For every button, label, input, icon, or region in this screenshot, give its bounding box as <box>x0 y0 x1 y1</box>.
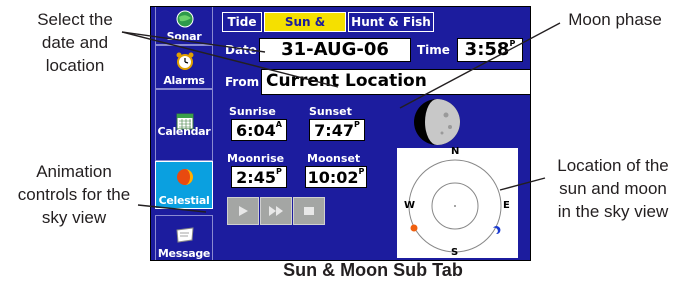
moonrise-label: Moonrise <box>227 152 285 165</box>
device-screen: Sonar Alarms Calendar Celestial Message … <box>150 6 531 261</box>
sky-south-label: S <box>451 247 459 258</box>
time-field[interactable]: 3:58P <box>457 38 523 62</box>
sunrise-field: 6:04A <box>231 119 287 141</box>
sidebar-item-label: Alarms <box>163 74 205 87</box>
moonrise-ampm: P <box>275 167 282 176</box>
moon-phase-icon <box>414 99 460 145</box>
callout-select-date-location: Select the date and location <box>20 8 130 77</box>
sidebar-item-celestial[interactable]: Celestial <box>155 161 213 209</box>
sidebar-item-label: Message <box>157 247 211 260</box>
play-button[interactable] <box>227 197 259 225</box>
moonset-field: 10:02P <box>305 166 367 188</box>
moonrise-value: 2:45 <box>236 168 276 187</box>
sunset-value: 7:47 <box>314 121 354 140</box>
sunset-field: 7:47P <box>309 119 365 141</box>
sidebar-item-label: Sonar <box>166 30 202 43</box>
callout-line: controls for the <box>17 185 131 204</box>
callout-line: in the sky view <box>557 202 669 221</box>
moonset-label: Moonset <box>307 152 361 165</box>
sky-west-label: W <box>404 200 416 211</box>
callout-line: location <box>45 56 105 75</box>
sidebar-item-label: Calendar <box>157 125 211 138</box>
time-label: Time <box>417 43 450 57</box>
sidebar-item-alarms[interactable]: Alarms <box>155 45 213 89</box>
sun-marker <box>410 224 418 232</box>
sidebar-item-label: Celestial <box>158 194 210 207</box>
figure-caption: Sun & Moon Sub Tab <box>283 260 463 280</box>
callout-line: Select the <box>37 10 113 29</box>
zenith-dot <box>454 205 456 207</box>
date-field[interactable]: 31-AUG-06 <box>259 38 411 62</box>
location-value: Current Location <box>266 71 427 91</box>
sky-east-label: E <box>503 200 510 211</box>
sidebar: Sonar Alarms Calendar Celestial Message <box>151 7 217 260</box>
time-value: 3:58 <box>464 39 510 60</box>
sunrise-value: 6:04 <box>236 121 276 140</box>
celestial-icon <box>177 169 193 185</box>
sidebar-item-message[interactable]: Message <box>155 215 213 260</box>
sky-view-panel: N S E W <box>397 146 518 258</box>
message-icon <box>176 227 194 243</box>
moonset-value: 10:02 <box>307 168 359 187</box>
time-ampm: P <box>509 39 516 48</box>
fast-forward-button[interactable] <box>260 197 292 225</box>
tab-sun-moon[interactable]: Sun & Moon <box>264 12 346 47</box>
callout-line: sky view <box>41 208 107 227</box>
location-field[interactable]: Current Location <box>261 69 530 95</box>
callout-line: Location of the <box>557 156 669 175</box>
sunrise-ampm: A <box>275 120 282 129</box>
callout-animation-controls: Animation controls for the sky view <box>0 160 148 229</box>
callout-line: Animation <box>36 162 112 181</box>
alarm-clock-icon <box>176 52 194 70</box>
sky-north-label: N <box>451 146 460 157</box>
date-value: 31-AUG-06 <box>281 39 389 60</box>
callout-line: date and <box>41 33 109 52</box>
sunset-label: Sunset <box>309 105 352 118</box>
tab-tide[interactable]: Tide <box>222 12 262 32</box>
callout-sun-moon-location: Location of the sun and moon in the sky … <box>540 154 686 223</box>
stop-button[interactable] <box>293 197 325 225</box>
play-icon <box>239 206 248 216</box>
sunset-ampm: P <box>353 120 360 129</box>
moonrise-field: 2:45P <box>231 166 287 188</box>
fast-forward-icon <box>269 206 283 216</box>
stop-icon <box>304 207 314 215</box>
sunrise-label: Sunrise <box>229 105 276 118</box>
callout-moon-phase: Moon phase <box>568 10 662 29</box>
date-label: Date <box>225 43 257 57</box>
callout-line: sun and moon <box>559 179 667 198</box>
moonset-ampm: P <box>358 167 365 176</box>
main-content: Tide Sun & Moon Hunt & Fish Date 31-AUG-… <box>217 7 530 260</box>
sidebar-item-sonar[interactable]: Sonar <box>155 7 213 45</box>
sidebar-item-calendar[interactable]: Calendar <box>155 89 213 161</box>
globe-icon <box>176 10 194 28</box>
from-label: From <box>225 75 260 89</box>
sky-view-chart <box>408 159 502 253</box>
tab-hunt-fish[interactable]: Hunt & Fish <box>348 12 434 32</box>
